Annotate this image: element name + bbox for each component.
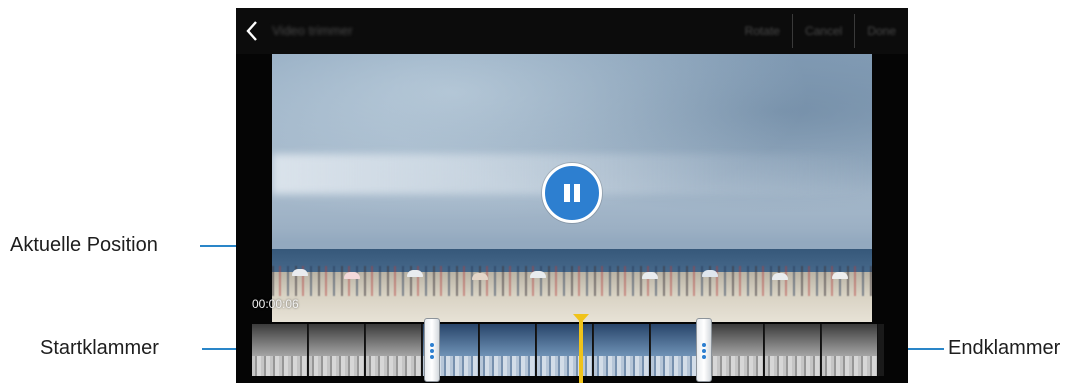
umbrella — [292, 269, 308, 276]
thumbnail-frame — [480, 324, 536, 376]
thumbnail-frame — [366, 324, 422, 376]
callout-start-clamp-label: Startklammer — [40, 337, 159, 359]
start-clamp-handle[interactable] — [424, 318, 440, 382]
pause-icon[interactable] — [542, 163, 602, 223]
cancel-button[interactable]: Cancel — [793, 8, 854, 54]
grip-dot — [702, 349, 706, 353]
thumbnail-frame — [309, 324, 365, 376]
thumbnail-frame — [537, 324, 593, 376]
umbrella — [642, 272, 658, 279]
grip-dot — [430, 343, 434, 347]
thumbnail-frame — [765, 324, 821, 376]
grip-dot — [430, 349, 434, 353]
video-trimmer-screen: Video trimmer Rotate Cancel Done 00:00:0… — [236, 8, 908, 383]
grip-dot — [430, 355, 434, 359]
chevron-left-icon[interactable] — [242, 18, 264, 44]
app-title: Video trimmer — [272, 23, 353, 38]
action-bar: Rotate Cancel Done — [733, 8, 908, 54]
video-crowd — [272, 266, 872, 296]
playhead-line[interactable] — [579, 321, 583, 383]
umbrella — [530, 271, 546, 278]
thumbnail-strip[interactable] — [252, 324, 884, 376]
done-button[interactable]: Done — [855, 8, 908, 54]
rotate-button[interactable]: Rotate — [733, 8, 792, 54]
umbrella — [832, 272, 848, 279]
grip-dot — [702, 343, 706, 347]
callout-current-position-label: Aktuelle Position — [10, 234, 158, 256]
umbrella — [407, 270, 423, 277]
grip-dot — [702, 355, 706, 359]
pause-bar — [574, 184, 580, 202]
thumbnail-frame — [252, 324, 308, 376]
app-bar: Video trimmer Rotate Cancel Done — [236, 8, 908, 54]
end-clamp-handle[interactable] — [696, 318, 712, 382]
thumbnail-frame — [822, 324, 878, 376]
umbrella — [344, 272, 360, 279]
umbrella — [772, 273, 788, 280]
callout-end-clamp-label: Endklammer — [948, 337, 1061, 359]
pause-bar — [564, 184, 570, 202]
thumbnail-frame — [594, 324, 650, 376]
thumbnail-frame — [708, 324, 764, 376]
umbrella — [702, 270, 718, 277]
current-timecode: 00:00:06 — [252, 297, 299, 311]
umbrella — [472, 273, 488, 280]
